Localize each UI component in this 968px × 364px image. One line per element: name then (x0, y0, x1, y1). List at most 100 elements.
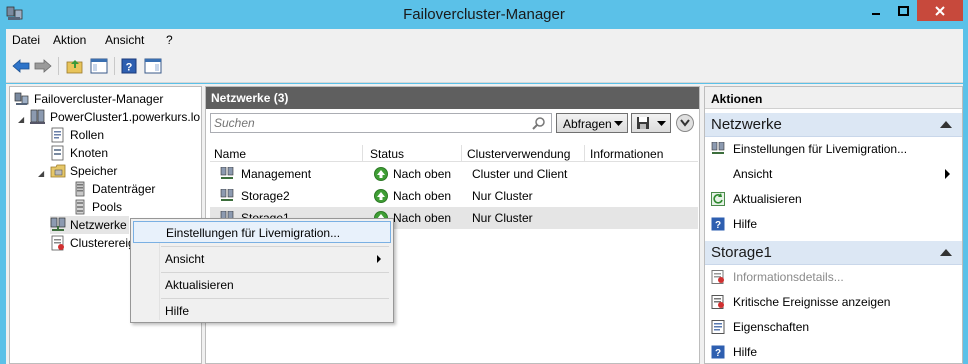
folder-up-icon[interactable] (64, 56, 86, 76)
row-name: Storage2 (241, 189, 290, 203)
minimize-button[interactable] (863, 0, 889, 21)
maximize-button[interactable] (890, 0, 916, 21)
roles-icon (50, 127, 66, 143)
properties-icon (711, 320, 725, 334)
action-properties[interactable]: Eigenschaften (705, 316, 962, 338)
column-header-name[interactable]: Name (214, 147, 246, 161)
context-item-view[interactable]: Ansicht (133, 248, 391, 270)
action-pane-icon[interactable] (142, 56, 164, 76)
collapse-triangle-icon[interactable] (940, 249, 952, 256)
action-label: Hilfe (733, 345, 758, 359)
row-status: Nach oben (393, 189, 452, 203)
tree-item-datentraeger[interactable]: Datenträger (72, 180, 155, 198)
table-row[interactable]: Storage2 Nach oben Nur Cluster (210, 185, 698, 207)
window-title: Failovercluster-Manager (403, 6, 565, 23)
chevron-down-icon (680, 119, 690, 127)
title-bar: Failovercluster-Manager (0, 0, 968, 29)
networks-icon (50, 217, 66, 233)
save-query-button[interactable] (631, 113, 671, 133)
action-view[interactable]: Ansicht (705, 163, 962, 185)
column-divider[interactable] (461, 145, 462, 162)
section-label: Storage1 (711, 244, 772, 261)
refresh-icon (711, 192, 725, 206)
tree-root[interactable]: Failovercluster-Manager (14, 90, 163, 108)
menu-ansicht[interactable]: Ansicht (105, 33, 144, 47)
row-status: Nach oben (393, 211, 452, 225)
status-up-icon (374, 189, 388, 203)
tree-item-knoten[interactable]: Knoten (50, 144, 108, 162)
actions-pane: Aktionen Netzwerke Einstellungen für Liv… (704, 86, 963, 364)
action-livemigration-settings[interactable]: Einstellungen für Livemigration... (705, 138, 962, 160)
svg-text:?: ? (126, 62, 133, 74)
actions-section-netzwerke[interactable]: Netzwerke (705, 113, 962, 137)
column-divider[interactable] (584, 145, 585, 162)
chevron-down-icon (657, 121, 666, 126)
section-label: Netzwerke (711, 116, 782, 133)
column-header-usage[interactable]: Clusterverwendung (467, 147, 570, 161)
help-icon: ? (711, 345, 725, 359)
column-header-info[interactable]: Informationen (590, 147, 663, 161)
collapse-icon[interactable]: ◢ (18, 115, 24, 124)
row-name-cell: Management (220, 167, 311, 181)
context-item-help[interactable]: Hilfe (133, 300, 391, 322)
disk-icon (72, 181, 88, 197)
network-icon (220, 189, 234, 201)
forward-arrow-icon[interactable] (32, 56, 54, 76)
tree-item-rollen[interactable]: Rollen (50, 126, 104, 144)
row-name-cell: Storage2 (220, 189, 290, 203)
toolbar: ? (6, 51, 963, 83)
pane-header: Netzwerke (3) (206, 87, 699, 109)
menu-aktion[interactable]: Aktion (53, 33, 86, 47)
tree-item-label: Knoten (70, 146, 109, 160)
nodes-icon (50, 145, 66, 161)
cluster-manager-icon (14, 91, 30, 107)
action-information-details[interactable]: Informationsdetails... (705, 266, 962, 288)
query-button[interactable]: Abfragen (556, 113, 628, 133)
actions-section-storage1[interactable]: Storage1 (705, 241, 962, 265)
table-row[interactable]: Management Nach oben Cluster und Client (210, 163, 698, 185)
collapse-triangle-icon[interactable] (940, 121, 952, 128)
action-help-2[interactable]: ? Hilfe (705, 341, 962, 363)
row-status: Nach oben (393, 167, 452, 181)
context-item-refresh[interactable]: Aktualisieren (133, 274, 391, 296)
row-usage: Nur Cluster (472, 189, 533, 203)
collapse-icon[interactable]: ◢ (38, 169, 44, 178)
help-icon[interactable]: ? (118, 56, 140, 76)
tree-item-label: Rollen (70, 128, 105, 142)
console-tree-icon[interactable] (88, 56, 110, 76)
action-label: Informationsdetails... (733, 270, 844, 284)
tree-item-netzwerke[interactable]: Netzwerke (50, 216, 129, 234)
row-usage: Cluster und Client (472, 167, 568, 181)
search-input[interactable] (210, 113, 552, 133)
menu-datei[interactable]: Datei (12, 33, 40, 47)
actions-title: Aktionen (705, 87, 962, 109)
tree-cluster[interactable]: PowerCluster1.powerkurs.lo (30, 108, 200, 126)
tree-item-speicher[interactable]: Speicher (50, 162, 117, 180)
column-header-status[interactable]: Status (370, 147, 404, 161)
action-label: Eigenschaften (733, 320, 810, 334)
context-item-livemigration-settings[interactable]: Einstellungen für Livemigration... (133, 221, 391, 243)
close-button[interactable] (917, 0, 963, 21)
query-button-label: Abfragen (563, 117, 612, 131)
context-separator (161, 272, 389, 273)
tree-item-label: Netzwerke (70, 218, 127, 232)
expand-button[interactable] (676, 114, 694, 132)
action-refresh[interactable]: Aktualisieren (705, 188, 962, 210)
svg-text:?: ? (715, 348, 721, 359)
network-settings-icon (711, 142, 725, 154)
tree-item-pools[interactable]: Pools (72, 198, 122, 216)
toolbar-separator (58, 57, 59, 75)
search-icon[interactable] (532, 116, 546, 133)
action-label: Kritische Ereignisse anzeigen (733, 295, 891, 309)
context-item-label: Einstellungen für Livemigration... (166, 226, 341, 240)
context-separator (161, 298, 389, 299)
menu-help[interactable]: ? (166, 33, 173, 47)
row-status-cell: Nach oben (374, 167, 451, 181)
column-divider[interactable] (362, 145, 363, 162)
tree-item-label: Pools (92, 200, 123, 214)
action-critical-events[interactable]: Kritische Ereignisse anzeigen (705, 291, 962, 313)
back-arrow-icon[interactable] (10, 56, 32, 76)
action-help[interactable]: ? Hilfe (705, 213, 962, 235)
menu-bar: Datei Aktion Ansicht ? (6, 29, 963, 51)
context-item-label: Hilfe (165, 304, 190, 318)
